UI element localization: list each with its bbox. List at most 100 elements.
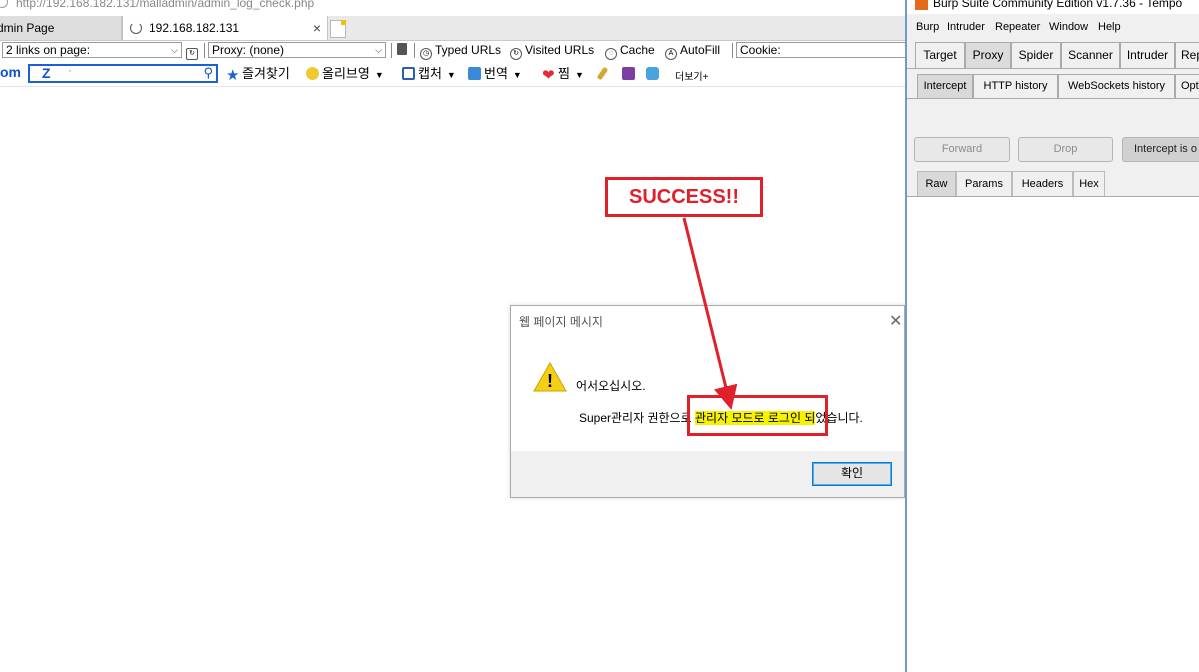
tab-headers[interactable]: Headers bbox=[1012, 171, 1073, 196]
cache-icon: ◌ bbox=[605, 48, 617, 60]
address-url[interactable]: http://192.168.182.131/malladmin/admin_l… bbox=[16, 0, 314, 10]
capture-icon bbox=[402, 67, 415, 80]
autofill-label: AutoFill bbox=[680, 43, 721, 57]
web-page-message-dialog: 웹 페이지 메시지 ✕ ! 어서오십시오. Super관리자 권한으로 관리자 … bbox=[510, 305, 905, 498]
proxy-select-value: Proxy: (none) bbox=[212, 43, 285, 57]
search-icon[interactable]: ⚲ bbox=[203, 65, 213, 81]
close-icon[interactable]: ✕ bbox=[889, 311, 902, 331]
links-select[interactable]: 2 links on page: ⌵ bbox=[2, 42, 182, 58]
divider bbox=[204, 43, 205, 58]
menu-repeater[interactable]: Repeater bbox=[995, 21, 1040, 33]
refresh-icon[interactable]: ↻ bbox=[186, 42, 201, 60]
warning-icon: ! bbox=[533, 361, 567, 392]
tab-close-icon[interactable]: × bbox=[313, 16, 321, 40]
broom-icon[interactable] bbox=[596, 65, 609, 83]
history-icon: ↻ bbox=[510, 48, 522, 60]
tab-label: 192.168.182.131 bbox=[149, 21, 240, 35]
tab-repeater[interactable]: Rep bbox=[1175, 42, 1199, 68]
autofill-icon: A bbox=[665, 48, 677, 60]
tab-target[interactable]: Target bbox=[915, 42, 965, 68]
burp-menu-bar: Burp Intruder Repeater Window Help bbox=[907, 18, 1199, 38]
warning-glyph: ! bbox=[547, 371, 553, 391]
message-editor[interactable] bbox=[907, 197, 1199, 672]
tab-http-history[interactable]: HTTP history bbox=[973, 74, 1058, 98]
dropdown-arrow-icon[interactable]: ▼ bbox=[375, 66, 384, 84]
tab-intruder[interactable]: Intruder bbox=[1120, 42, 1175, 68]
cache-label: Cache bbox=[620, 43, 655, 57]
divider bbox=[391, 43, 392, 58]
visited-urls-button[interactable]: ↻ Visited URLs bbox=[510, 42, 594, 60]
dialog-message-line1: 어서오십시오. bbox=[576, 379, 646, 393]
tab-hex[interactable]: Hex bbox=[1073, 171, 1105, 196]
menu-window[interactable]: Window bbox=[1049, 21, 1088, 33]
typed-urls-button[interactable]: ◷ Typed URLs bbox=[420, 42, 501, 60]
tab-strip: dmin Page 192.168.182.131 × bbox=[0, 16, 905, 41]
tab-raw[interactable]: Raw bbox=[917, 171, 956, 196]
message-prefix: Super관리자 권한으로 bbox=[579, 411, 695, 425]
burp-logo-icon bbox=[915, 0, 928, 10]
tab-intercept[interactable]: Intercept bbox=[917, 74, 973, 98]
ok-button[interactable]: 확인 bbox=[812, 462, 892, 486]
burp-main-tabs: Target Proxy Spider Scanner Intruder Rep bbox=[907, 42, 1199, 69]
tab-options[interactable]: Opt bbox=[1175, 74, 1199, 98]
tab-proxy[interactable]: Proxy bbox=[965, 42, 1011, 68]
web-developer-toolbar: 2 links on page: ⌵ ↻ Proxy: (none) ⌵ ◷ Ty… bbox=[0, 41, 905, 61]
menu-intruder[interactable]: Intruder bbox=[947, 21, 985, 33]
success-callout: SUCCESS!! bbox=[605, 177, 763, 217]
search-input[interactable]: Z · ⚲ bbox=[28, 63, 218, 83]
autofill-button[interactable]: A AutoFill bbox=[665, 42, 720, 60]
new-tab-button[interactable] bbox=[330, 20, 346, 38]
olive-label: 올리브영 bbox=[322, 66, 370, 81]
browser-window: http://192.168.182.131/malladmin/admin_l… bbox=[0, 0, 905, 672]
book-icon[interactable] bbox=[622, 65, 638, 83]
tab-params[interactable]: Params bbox=[956, 171, 1012, 196]
menu-burp[interactable]: Burp bbox=[916, 21, 939, 33]
capture-button[interactable]: 캡처 ▼ bbox=[402, 65, 456, 84]
twitter-icon[interactable] bbox=[646, 65, 662, 83]
translate-button[interactable]: 번역 ▼ bbox=[468, 65, 522, 84]
tab-scanner[interactable]: Scanner bbox=[1061, 42, 1120, 68]
burp-title: Burp Suite Community Edition v1.7.36 - T… bbox=[933, 0, 1183, 10]
visited-urls-label: Visited URLs bbox=[525, 43, 595, 57]
olive-button[interactable]: 올리브영 ▼ bbox=[306, 65, 384, 84]
tab-admin-page[interactable]: dmin Page bbox=[0, 16, 122, 40]
more-button[interactable]: 더보기+ bbox=[675, 68, 708, 83]
heart-icon: ❤ bbox=[542, 67, 555, 84]
book-icon[interactable] bbox=[397, 42, 410, 58]
intercept-toggle-button[interactable]: Intercept is o bbox=[1122, 137, 1199, 162]
dropdown-arrow-icon[interactable]: ▼ bbox=[575, 66, 584, 84]
dialog-title: 웹 페이지 메시지 bbox=[519, 315, 603, 329]
search-value: Z bbox=[42, 65, 51, 81]
links-select-value: 2 links on page: bbox=[6, 43, 91, 57]
proxy-sub-tabs: Intercept HTTP history WebSockets histor… bbox=[907, 72, 1199, 99]
favorites-button[interactable]: ★ 즐겨찾기 bbox=[226, 65, 290, 83]
zzim-button[interactable]: ❤ 찜 ▼ bbox=[542, 65, 584, 84]
address-bar[interactable]: http://192.168.182.131/malladmin/admin_l… bbox=[0, 0, 905, 14]
burp-suite-window: Burp Suite Community Edition v1.7.36 - T… bbox=[905, 0, 1199, 672]
cache-button[interactable]: ◌ Cache bbox=[605, 42, 655, 60]
proxy-select[interactable]: Proxy: (none) ⌵ bbox=[208, 42, 386, 58]
page-icon bbox=[0, 0, 8, 8]
cookie-field[interactable]: Cookie: bbox=[736, 42, 905, 58]
highlight-box bbox=[687, 395, 828, 436]
chevron-down-icon: ⌵ bbox=[375, 45, 382, 55]
dropdown-arrow-icon[interactable]: ▼ bbox=[513, 66, 522, 84]
translate-icon bbox=[468, 67, 481, 80]
tab-spider[interactable]: Spider bbox=[1011, 42, 1061, 68]
forward-button[interactable]: Forward bbox=[914, 137, 1010, 162]
drop-button[interactable]: Drop bbox=[1018, 137, 1113, 162]
loading-spinner-icon bbox=[130, 22, 142, 34]
brand-logo: om bbox=[0, 64, 21, 80]
clock-icon: ◷ bbox=[420, 48, 432, 60]
menu-help[interactable]: Help bbox=[1098, 21, 1121, 33]
capture-label: 캡처 bbox=[418, 66, 442, 81]
tab-websockets-history[interactable]: WebSockets history bbox=[1058, 74, 1175, 98]
dropdown-arrow-icon[interactable]: ▼ bbox=[447, 66, 456, 84]
tab-label: dmin Page bbox=[0, 21, 55, 35]
tab-current[interactable]: 192.168.182.131 × bbox=[122, 16, 328, 40]
favorites-label: 즐겨찾기 bbox=[242, 66, 290, 81]
cookie-label: Cookie: bbox=[740, 43, 781, 57]
divider bbox=[414, 43, 415, 58]
search-toolbar: om Z · ⚲ ★ 즐겨찾기 올리브영 ▼ 캡처 ▼ 번역 ▼ ❤ 찜 ▼ 더보기+ bbox=[0, 62, 905, 87]
dialog-footer: 확인 bbox=[511, 451, 904, 497]
